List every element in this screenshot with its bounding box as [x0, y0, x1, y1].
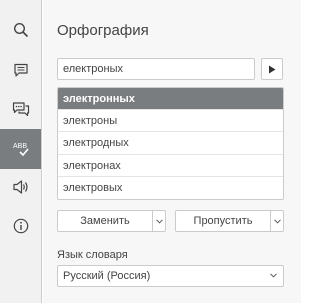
dictionary-language-select[interactable]: Русский (Россия)	[57, 265, 284, 287]
spellcheck-icon: ABB	[13, 143, 29, 157]
spellcheck-panel: Орфография електроных электронных электр…	[43, 0, 301, 303]
chevron-down-icon	[274, 218, 281, 224]
info-icon	[13, 218, 28, 234]
comments-icon	[13, 63, 28, 77]
dictionary-language-label: Язык словаря	[57, 249, 128, 261]
list-item[interactable]: электроны	[58, 110, 283, 133]
misspelled-word-field[interactable]: електроных	[57, 58, 255, 80]
next-error-button[interactable]	[261, 58, 283, 80]
sidebar-chat-button[interactable]	[0, 89, 41, 129]
list-item[interactable]: электровых	[58, 177, 283, 199]
play-icon	[269, 65, 276, 73]
list-item[interactable]: электронных	[58, 88, 283, 111]
skip-button[interactable]: Пропустить	[176, 211, 270, 231]
search-icon	[13, 22, 28, 38]
panel-title: Орфография	[57, 22, 149, 39]
suggestions-list[interactable]: электронных электроны электродных электр…	[57, 87, 284, 200]
chevron-down-icon	[270, 273, 277, 278]
chat-icon	[12, 102, 29, 117]
change-options-button[interactable]	[152, 211, 166, 231]
change-split-button: Заменить	[57, 210, 166, 232]
svg-text:ABB: ABB	[13, 143, 27, 150]
list-item[interactable]: электродных	[58, 132, 283, 155]
sidebar-search-button[interactable]	[0, 10, 41, 50]
skip-options-button[interactable]	[270, 211, 284, 231]
sidebar-spellcheck-button[interactable]: ABB	[0, 129, 41, 169]
spellcheck-window: ABB Орфография електроных электронных эл…	[0, 0, 301, 303]
list-item[interactable]: электронах	[58, 155, 283, 177]
speaker-icon	[12, 180, 28, 194]
sidebar-announcements-button[interactable]	[0, 167, 41, 207]
sidebar-info-button[interactable]	[0, 206, 41, 246]
change-button[interactable]: Заменить	[58, 211, 152, 231]
left-sidebar: ABB	[0, 0, 42, 303]
skip-split-button: Пропустить	[175, 210, 284, 232]
chevron-down-icon	[156, 218, 163, 224]
dictionary-language-value: Русский (Россия)	[63, 270, 151, 282]
sidebar-comments-button[interactable]	[0, 50, 41, 90]
